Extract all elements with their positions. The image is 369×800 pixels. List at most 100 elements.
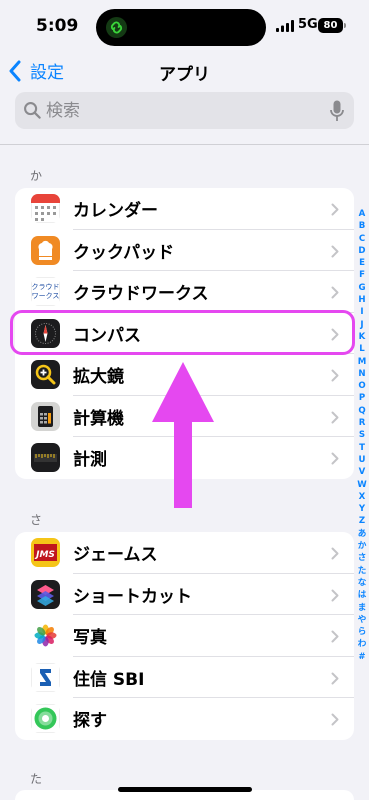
index-letter[interactable]: Y (356, 503, 368, 515)
index-letter[interactable]: は (356, 589, 368, 601)
index-letter[interactable]: G (356, 282, 368, 294)
highlight-frame (10, 310, 355, 355)
battery-icon: 80 (318, 18, 343, 33)
index-letter[interactable]: X (356, 491, 368, 503)
cookpad-icon (31, 235, 60, 265)
app-name: 住信 SBI (73, 669, 145, 690)
index-letter[interactable]: K (356, 331, 368, 343)
chevron-right-icon (331, 672, 339, 684)
index-letter[interactable]: E (356, 257, 368, 269)
index-letter[interactable]: ら (356, 626, 368, 638)
battery-tip (344, 23, 346, 28)
index-letter[interactable]: T (356, 442, 368, 454)
index-letter[interactable]: や (356, 614, 368, 626)
chevron-right-icon (331, 589, 339, 601)
list-item-crowdworks[interactable]: クラウド ワークス クラウドワークス (15, 271, 354, 313)
section-header-ka: か (30, 169, 43, 183)
svg-text:JMS: JMS (34, 550, 55, 560)
index-letter[interactable]: F (356, 269, 368, 281)
chevron-right-icon (331, 369, 339, 382)
findmy-icon (31, 704, 60, 734)
index-letter[interactable]: B (356, 220, 368, 232)
crowdworks-icon: クラウド ワークス (31, 277, 60, 307)
app-name: 探す (73, 711, 107, 732)
index-letter[interactable]: さ (356, 552, 368, 564)
index-letter[interactable]: H (356, 294, 368, 306)
index-letter[interactable]: た (356, 565, 368, 577)
chevron-right-icon (331, 245, 339, 257)
index-letter[interactable]: N (356, 368, 368, 380)
search-icon (24, 102, 41, 119)
chevron-right-icon (331, 452, 339, 465)
chevron-right-icon (331, 411, 339, 423)
section-index[interactable]: A B C D E F G H I J K L M N O P Q R S T U V W X Y Z あかさたなはまやらわ # (356, 208, 368, 663)
app-name: 拡大鏡 (73, 367, 124, 388)
index-letter[interactable]: W (356, 479, 368, 491)
index-letter[interactable]: Z (356, 515, 368, 527)
app-name: ショートカット (73, 586, 192, 607)
index-letter[interactable]: か (356, 540, 368, 552)
chevron-right-icon (331, 203, 339, 216)
chevron-right-icon (331, 630, 339, 643)
index-letter[interactable]: ま (356, 602, 368, 614)
list-item-james[interactable]: JMS ジェームス (15, 532, 354, 574)
list-item-photos[interactable]: 写真 (15, 615, 354, 657)
status-bar: 5:09 5G 80 (0, 0, 369, 52)
app-list-group-sa: JMS ジェームス ショートカット 写真 住信 SBI 探す (15, 532, 354, 740)
svg-text:クラウド: クラウド (32, 283, 60, 291)
app-name: クラウドワークス (73, 284, 209, 305)
index-letter[interactable]: な (356, 577, 368, 589)
status-time: 5:09 (36, 16, 79, 36)
signal-icon (276, 20, 294, 32)
index-letter[interactable]: J (356, 319, 368, 331)
index-letter[interactable]: A (356, 208, 368, 220)
shortcuts-icon (31, 579, 60, 609)
dynamic-island (96, 9, 266, 46)
list-item-cookpad[interactable]: クックパッド (15, 230, 354, 271)
index-letter[interactable]: I (356, 306, 368, 318)
chevron-right-icon (331, 547, 339, 560)
calculator-icon (31, 401, 60, 431)
calendar-icon (31, 194, 60, 224)
index-letter[interactable]: L (356, 343, 368, 355)
search-input[interactable] (46, 92, 316, 129)
index-letter[interactable]: U (356, 454, 368, 466)
index-letter[interactable]: Q (356, 405, 368, 417)
measure-icon (31, 443, 60, 473)
list-item-sbi[interactable]: 住信 SBI (15, 657, 354, 698)
arrow-up-icon (152, 362, 214, 508)
index-letter[interactable]: わ (356, 638, 368, 650)
microphone-icon[interactable] (330, 100, 344, 122)
index-letter[interactable]: D (356, 245, 368, 257)
index-letter[interactable]: P (356, 392, 368, 404)
index-letter[interactable]: M (356, 356, 368, 368)
sbi-icon (31, 662, 60, 692)
james-icon: JMS (31, 538, 60, 568)
network-type: 5G (298, 17, 318, 32)
index-letter[interactable]: C (356, 233, 368, 245)
photos-icon (31, 621, 60, 651)
index-letter[interactable]: # (356, 651, 368, 663)
search-field[interactable] (15, 92, 354, 129)
index-letter[interactable]: O (356, 380, 368, 392)
index-letter[interactable]: S (356, 429, 368, 441)
app-name: ジェームス (73, 545, 158, 566)
chevron-right-icon (331, 713, 339, 726)
index-letter[interactable]: V (356, 466, 368, 478)
app-name: 写真 (73, 628, 107, 649)
chevron-right-icon (331, 286, 339, 299)
index-letter[interactable]: R (356, 417, 368, 429)
navigation-bar: 設定 アプリ (0, 52, 369, 90)
app-name: クックパッド (73, 242, 175, 263)
app-name: 計測 (73, 450, 107, 471)
list-item-findmy[interactable]: 探す (15, 698, 354, 740)
index-letter[interactable]: あ (356, 528, 368, 540)
list-item-calendar[interactable]: カレンダー (15, 188, 354, 230)
page-title: アプリ (159, 65, 210, 85)
link-icon (105, 16, 128, 39)
app-name: カレンダー (73, 201, 158, 222)
list-item-shortcuts[interactable]: ショートカット (15, 574, 354, 615)
home-indicator (118, 787, 252, 792)
svg-text:ワークス: ワークス (32, 292, 60, 300)
magnifier-icon (31, 360, 60, 390)
